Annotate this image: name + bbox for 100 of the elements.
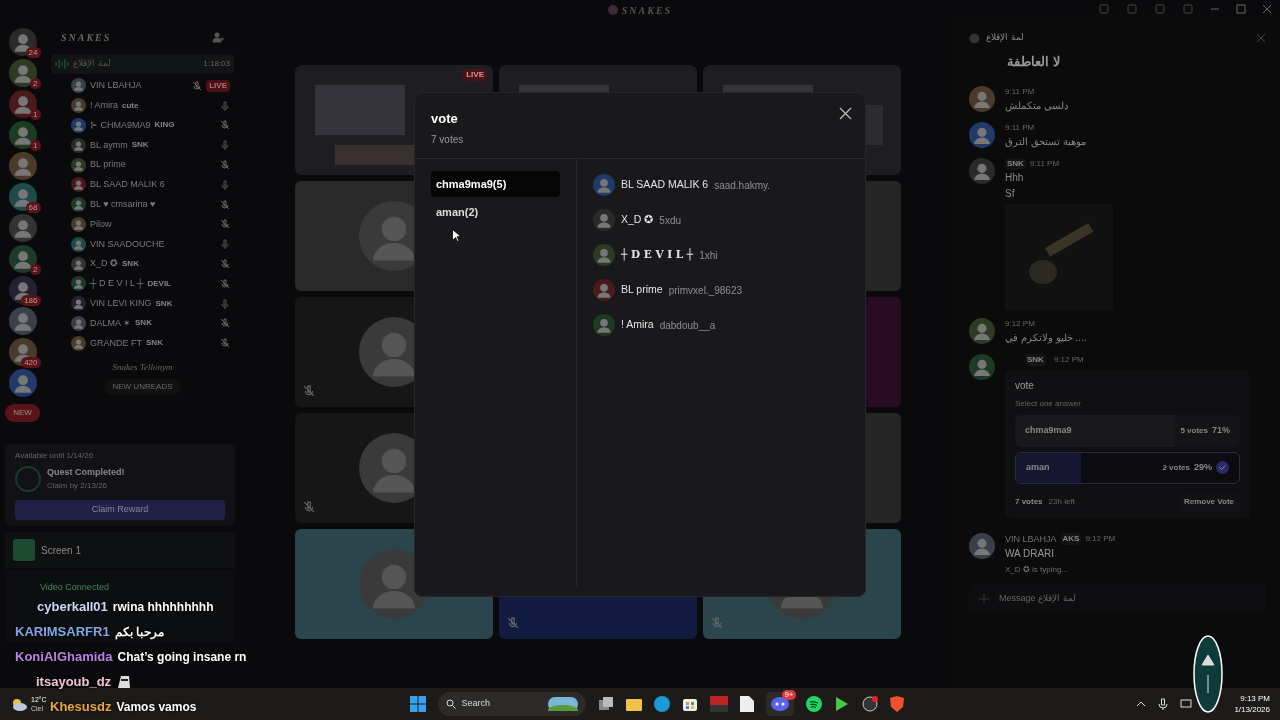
close-button[interactable] bbox=[837, 105, 853, 121]
member-tag: SNK bbox=[155, 297, 173, 310]
voter-name[interactable]: ┼ D E V I L ┼ bbox=[621, 247, 694, 263]
voter-name[interactable]: ! Amira bbox=[621, 317, 654, 333]
muted-mic-icon bbox=[303, 501, 315, 513]
close-icon[interactable] bbox=[1262, 4, 1272, 14]
chat-username: KoniAlGhamida bbox=[15, 647, 113, 666]
member-tag: KING bbox=[154, 119, 175, 132]
member-name[interactable]: GRANDE FT bbox=[90, 336, 142, 350]
server-icon bbox=[607, 5, 618, 15]
member-name[interactable]: VIN SAADOUCHE bbox=[90, 237, 165, 251]
clock-date: 1/13/2026 bbox=[1234, 704, 1270, 715]
call-timer: 1:18:03 bbox=[203, 58, 230, 70]
monitor-icon[interactable] bbox=[1180, 698, 1193, 710]
message-text: WA DRARI bbox=[1005, 547, 1056, 561]
search-icon bbox=[445, 699, 456, 709]
voter-name[interactable]: BL SAAD MALIK 6 bbox=[621, 177, 709, 193]
play-icon[interactable] bbox=[833, 696, 850, 712]
voter-username: saad.hakmy. bbox=[714, 178, 771, 193]
member-tag: cute bbox=[122, 99, 139, 112]
add-member-icon[interactable] bbox=[212, 31, 224, 43]
member-avatar bbox=[71, 177, 86, 193]
file-icon[interactable] bbox=[739, 696, 754, 712]
option-percent: 29% bbox=[1194, 460, 1212, 474]
voter-avatar bbox=[593, 279, 615, 301]
member-name[interactable]: ⊱ CHMA9MA9 bbox=[90, 118, 151, 133]
member-name[interactable]: BL aymm bbox=[90, 138, 128, 153]
message-time: 9:11 PM bbox=[1029, 157, 1060, 170]
member-name[interactable]: BL prime bbox=[90, 158, 126, 172]
search-field[interactable]: Search bbox=[437, 692, 586, 716]
voter-name[interactable]: BL prime bbox=[621, 282, 663, 298]
unread-count: 68 bbox=[25, 202, 41, 213]
server-avatar bbox=[8, 90, 37, 118]
message-field[interactable]: Message لمة الإقلاع bbox=[969, 584, 1266, 614]
new-unreads-button[interactable]: NEW UNREADS bbox=[104, 378, 181, 395]
server-avatar bbox=[8, 59, 37, 87]
member-name[interactable]: Pilow bbox=[90, 217, 112, 232]
cursor-icon bbox=[452, 229, 461, 242]
answer-tab[interactable]: chma9ma9(5) bbox=[431, 171, 560, 197]
answer-tab[interactable]: aman(2) bbox=[431, 199, 560, 225]
server-avatar bbox=[8, 152, 37, 180]
voice-wave-icon bbox=[55, 59, 69, 69]
member-name[interactable]: VIN LEVI KING bbox=[90, 296, 152, 311]
member-name[interactable]: ! Amira bbox=[90, 98, 118, 113]
claim-reward-button[interactable]: Claim Reward bbox=[15, 500, 225, 520]
member-name[interactable]: DALMA ✶ bbox=[90, 316, 131, 331]
poll-hint: Select one answer bbox=[1015, 397, 1082, 410]
chat-title: لا العاطفة bbox=[1007, 53, 1061, 71]
member-name[interactable]: X_D ✪ bbox=[90, 257, 118, 271]
poll-total: 7 votes bbox=[1015, 495, 1043, 508]
member-avatar bbox=[71, 137, 86, 153]
chevron-up-icon[interactable] bbox=[1136, 699, 1147, 709]
server-avatar bbox=[8, 307, 37, 335]
server-avatar bbox=[8, 214, 37, 242]
screen-icon bbox=[13, 539, 35, 561]
voter-username: 5xdu bbox=[659, 213, 682, 228]
message-time: 9:11 PM bbox=[1005, 121, 1035, 134]
server-avatar bbox=[8, 369, 37, 397]
poll-option[interactable]: aman 2 votes 29% bbox=[1015, 451, 1240, 484]
message-time: 9:11 PM bbox=[1005, 85, 1035, 98]
task-view-icon[interactable] bbox=[597, 696, 614, 712]
mic-icon[interactable] bbox=[1158, 698, 1169, 710]
category-name[interactable]: Snakes Tellonym bbox=[112, 361, 173, 375]
start-icon[interactable] bbox=[409, 696, 426, 712]
store-icon[interactable] bbox=[681, 696, 698, 712]
member-avatar bbox=[71, 315, 86, 331]
message-text: دلسي متكملش bbox=[1005, 98, 1068, 114]
member-name[interactable]: BL SAAD MALIK 6 bbox=[90, 178, 165, 192]
plus-icon bbox=[979, 594, 989, 604]
voter-name[interactable]: X_D ✪ bbox=[621, 212, 654, 228]
notification-badge: 9+ bbox=[782, 690, 796, 700]
music-icon[interactable] bbox=[805, 696, 822, 712]
message-time: 9:12 PM bbox=[1053, 353, 1084, 366]
voice-channel-name[interactable]: لمة الإقلاع bbox=[73, 57, 111, 71]
voice-status: Video Connected bbox=[40, 582, 109, 592]
option-votes: 2 votes bbox=[1162, 461, 1190, 474]
folder-icon[interactable] bbox=[625, 696, 642, 712]
member-name[interactable]: VIN LBAHJA bbox=[90, 79, 142, 93]
member-avatar bbox=[71, 216, 86, 232]
quest-availability: Available until 1/14/26 bbox=[15, 450, 95, 462]
chat-app-icon[interactable] bbox=[770, 696, 789, 712]
option-label: chma9ma9 bbox=[1025, 423, 1072, 437]
server-avatar bbox=[8, 245, 37, 273]
browser-icon[interactable] bbox=[653, 696, 670, 712]
member-name[interactable]: ┼ D E V I L ┼ bbox=[90, 277, 144, 291]
member-avatar bbox=[71, 197, 86, 213]
unread-count: 420 bbox=[21, 357, 41, 368]
server-name[interactable]: SNAKES bbox=[61, 29, 112, 45]
message-author[interactable]: VIN LBAHJA bbox=[1005, 532, 1057, 546]
voter-username: 1xhi bbox=[699, 248, 718, 263]
quest-title: Quest Completed! bbox=[47, 466, 125, 480]
unread-count: 2 bbox=[30, 264, 41, 275]
user-avatar bbox=[969, 317, 995, 344]
poll-option[interactable]: chma9ma9 5 votes 71% bbox=[1015, 414, 1240, 447]
screen-title: Screen 1 bbox=[41, 543, 82, 558]
message-text: Sf bbox=[1005, 186, 1016, 201]
member-name[interactable]: BL ♥ cmsarina ♥ bbox=[90, 197, 156, 212]
quest-subtitle: Claim by 2/13/26 bbox=[47, 479, 109, 492]
message-placeholder: Message لمة الإقلاع bbox=[999, 592, 1076, 606]
dialog-subtitle: 7 votes bbox=[431, 132, 464, 147]
